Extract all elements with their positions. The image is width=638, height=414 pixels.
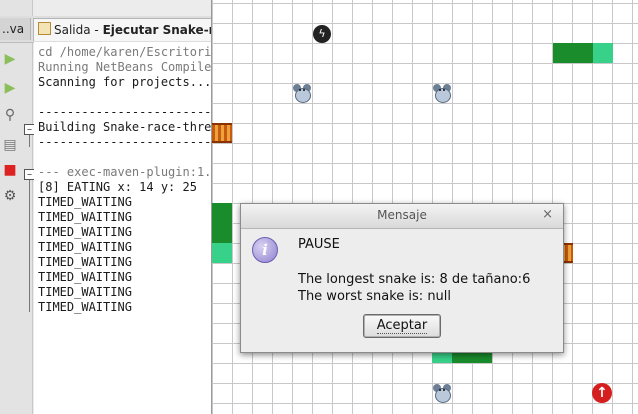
console-line: TIMED_WAITING — [38, 270, 132, 284]
output-tab-bar: ..va Salida - Ejecutar Snake-rac — [0, 16, 217, 43]
console-line: TIMED_WAITING — [38, 225, 132, 239]
console-output[interactable]: cd /home/karen/Escritorio Running NetBean… — [34, 42, 211, 414]
mouse-icon — [432, 383, 452, 403]
accept-button-label: Aceptar — [376, 318, 428, 334]
settings-icon[interactable]: ▤ — [2, 137, 18, 153]
snake-segment — [573, 43, 593, 63]
run-again-play-icon[interactable]: ▶ — [2, 80, 18, 96]
fold-guide — [29, 180, 30, 312]
worst-snake-message: The worst snake is: null — [298, 289, 452, 304]
accept-button[interactable]: Aceptar — [363, 314, 441, 338]
tab-java-file[interactable]: ..va — [0, 18, 31, 40]
console-line: [8] EATING x: 14 y: 25 — [38, 180, 197, 194]
console-line: TIMED_WAITING — [38, 210, 132, 224]
snake-head — [593, 43, 613, 63]
mouse-icon — [292, 83, 312, 103]
magnifier-icon[interactable]: ⚲ — [2, 107, 18, 123]
tab-label-bold: Ejecutar Snake-rac — [102, 23, 216, 37]
stop-icon[interactable]: ■ — [2, 162, 18, 178]
ide-toolbar-strip: ▶ ▶ ▶ ⚲ ▤ ■ ⚙ − − — [0, 0, 35, 414]
mouse-icon — [432, 83, 452, 103]
tab-output[interactable]: Salida - Ejecutar Snake-rac — [33, 18, 217, 41]
bomb-icon: ϟ — [313, 25, 331, 43]
snake-segment — [212, 203, 232, 223]
console-line: ------------------------- — [38, 135, 211, 149]
up-arrow-icon: ↑ — [592, 383, 612, 403]
longest-snake-message: The longest snake is: 8 de tañano:6 — [298, 272, 531, 287]
tab-label-prefix: Salida - — [54, 23, 103, 37]
fence-icon — [212, 123, 232, 143]
tab-label: ..va — [2, 22, 25, 36]
rerun-play-icon[interactable]: ▶ — [2, 51, 18, 67]
console-line: TIMED_WAITING — [38, 255, 132, 269]
gear-icon[interactable]: ⚙ — [2, 188, 18, 204]
snake-segment — [553, 43, 573, 63]
console-line: TIMED_WAITING — [38, 240, 132, 254]
console-line: --- exec-maven-plugin:1.2 — [38, 165, 211, 179]
console-line: Building Snake-race-threa — [38, 120, 211, 134]
console-line: TIMED_WAITING — [38, 300, 132, 314]
info-icon: i — [252, 237, 278, 263]
message-dialog: Mensaje × i PAUSE The longest snake is: … — [240, 203, 564, 353]
console-line: TIMED_WAITING — [38, 285, 132, 299]
snake-head — [212, 243, 232, 263]
close-icon[interactable]: × — [542, 207, 553, 222]
dialog-title: Mensaje — [377, 208, 427, 222]
console-line: ------------------------- — [38, 105, 211, 119]
fold-guide — [29, 135, 30, 147]
console-line: Scanning for projects... — [38, 75, 211, 89]
console-line: Running NetBeans Compile — [38, 60, 211, 74]
snake-segment — [212, 223, 232, 243]
pause-message: PAUSE — [298, 237, 340, 252]
dialog-titlebar[interactable]: Mensaje × — [241, 204, 563, 229]
output-window-icon — [38, 22, 51, 35]
console-line: cd /home/karen/Escritorio — [38, 45, 211, 59]
console-line: TIMED_WAITING — [38, 195, 132, 209]
